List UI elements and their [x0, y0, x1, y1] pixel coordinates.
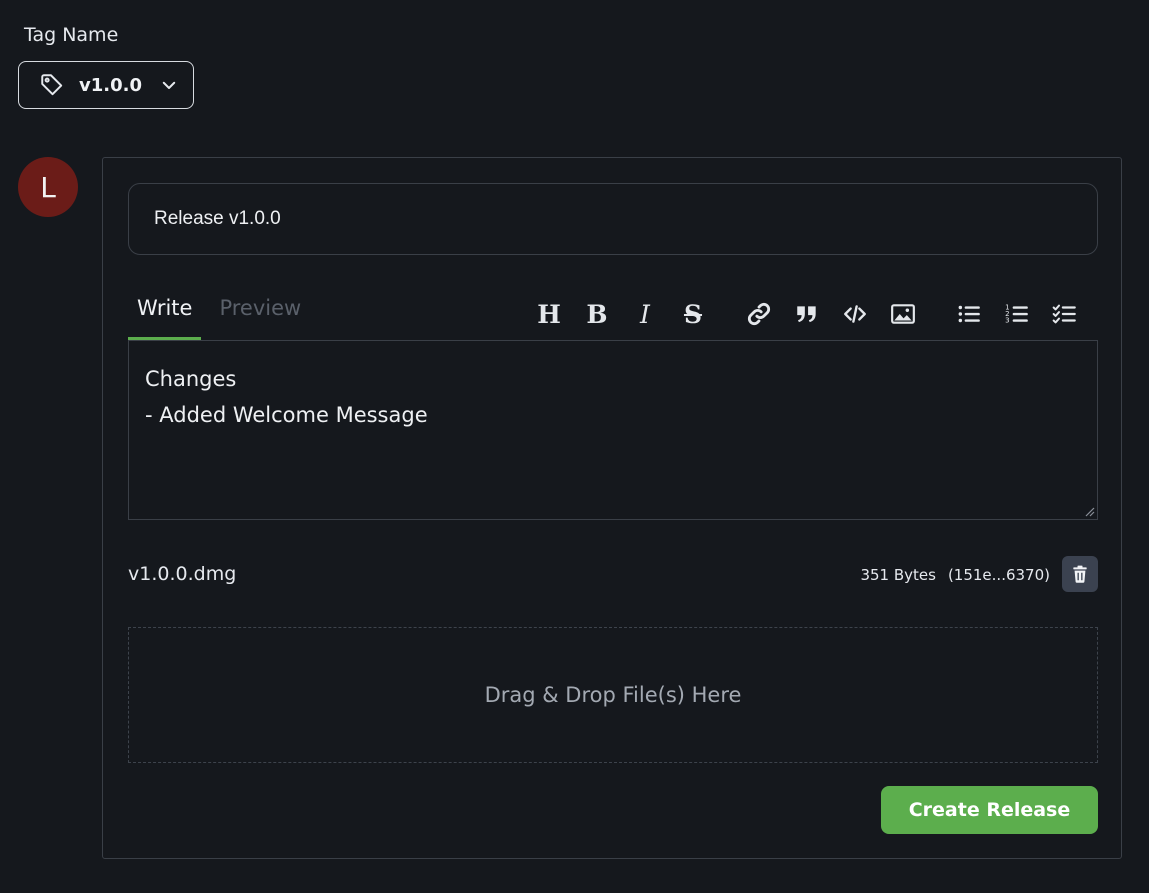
image-icon [891, 304, 915, 324]
attachment-size: 351 Bytes [860, 566, 936, 584]
editor-tabs: Write Preview [128, 288, 310, 340]
link-icon [747, 302, 771, 326]
tag-select-dropdown[interactable]: v1.0.0 [18, 61, 194, 109]
chevron-down-icon [162, 81, 176, 89]
tag-name-label: Tag Name [24, 24, 119, 46]
code-button[interactable] [839, 298, 871, 330]
attachment-file-name: v1.0.0.dmg [128, 563, 237, 585]
attachment-meta: 351 Bytes (151e...6370) [860, 566, 1050, 584]
release-form-card: Write Preview H B I S [102, 157, 1122, 859]
svg-text:3: 3 [1005, 316, 1009, 325]
editor-line: - Added Welcome Message [145, 403, 428, 427]
link-button[interactable] [743, 298, 775, 330]
avatar-initial: L [40, 170, 56, 204]
italic-icon: I [640, 299, 650, 329]
quote-button[interactable] [791, 298, 823, 330]
delete-attachment-button[interactable] [1062, 556, 1098, 592]
italic-button[interactable]: I [629, 298, 661, 330]
tag-select-value: v1.0.0 [79, 74, 142, 96]
tab-preview[interactable]: Preview [201, 288, 310, 340]
bulleted-list-button[interactable] [953, 298, 985, 330]
bulleted-list-icon [958, 305, 980, 323]
image-button[interactable] [887, 298, 919, 330]
tag-icon [41, 74, 63, 96]
task-list-button[interactable] [1049, 298, 1081, 330]
heading-button[interactable]: H [533, 298, 565, 330]
resize-grip-icon[interactable] [1083, 505, 1095, 517]
strikethrough-button[interactable]: S [677, 298, 709, 330]
trash-icon [1073, 565, 1087, 583]
numbered-list-button[interactable]: 1 2 3 [1001, 298, 1033, 330]
attachment-row: v1.0.0.dmg 351 Bytes (151e...6370) [128, 556, 1098, 594]
dropzone-text: Drag & Drop File(s) Here [484, 683, 742, 707]
quote-icon [797, 306, 816, 323]
heading-icon: H [537, 299, 561, 329]
release-title-input[interactable] [128, 183, 1098, 255]
task-list-icon [1052, 304, 1076, 324]
file-dropzone[interactable]: Drag & Drop File(s) Here [128, 627, 1098, 763]
create-release-button[interactable]: Create Release [881, 786, 1098, 834]
release-notes-textarea[interactable]: Changes - Added Welcome Message [128, 340, 1098, 520]
bold-icon: B [586, 299, 608, 329]
bold-button[interactable]: B [581, 298, 613, 330]
editor-line: Changes [145, 367, 237, 391]
numbered-list-icon: 1 2 3 [1005, 303, 1028, 325]
avatar: L [18, 157, 78, 217]
attachment-hash: (151e...6370) [947, 566, 1050, 584]
code-icon [844, 305, 866, 323]
tab-write[interactable]: Write [128, 288, 202, 340]
strikethrough-icon: S [683, 299, 703, 329]
